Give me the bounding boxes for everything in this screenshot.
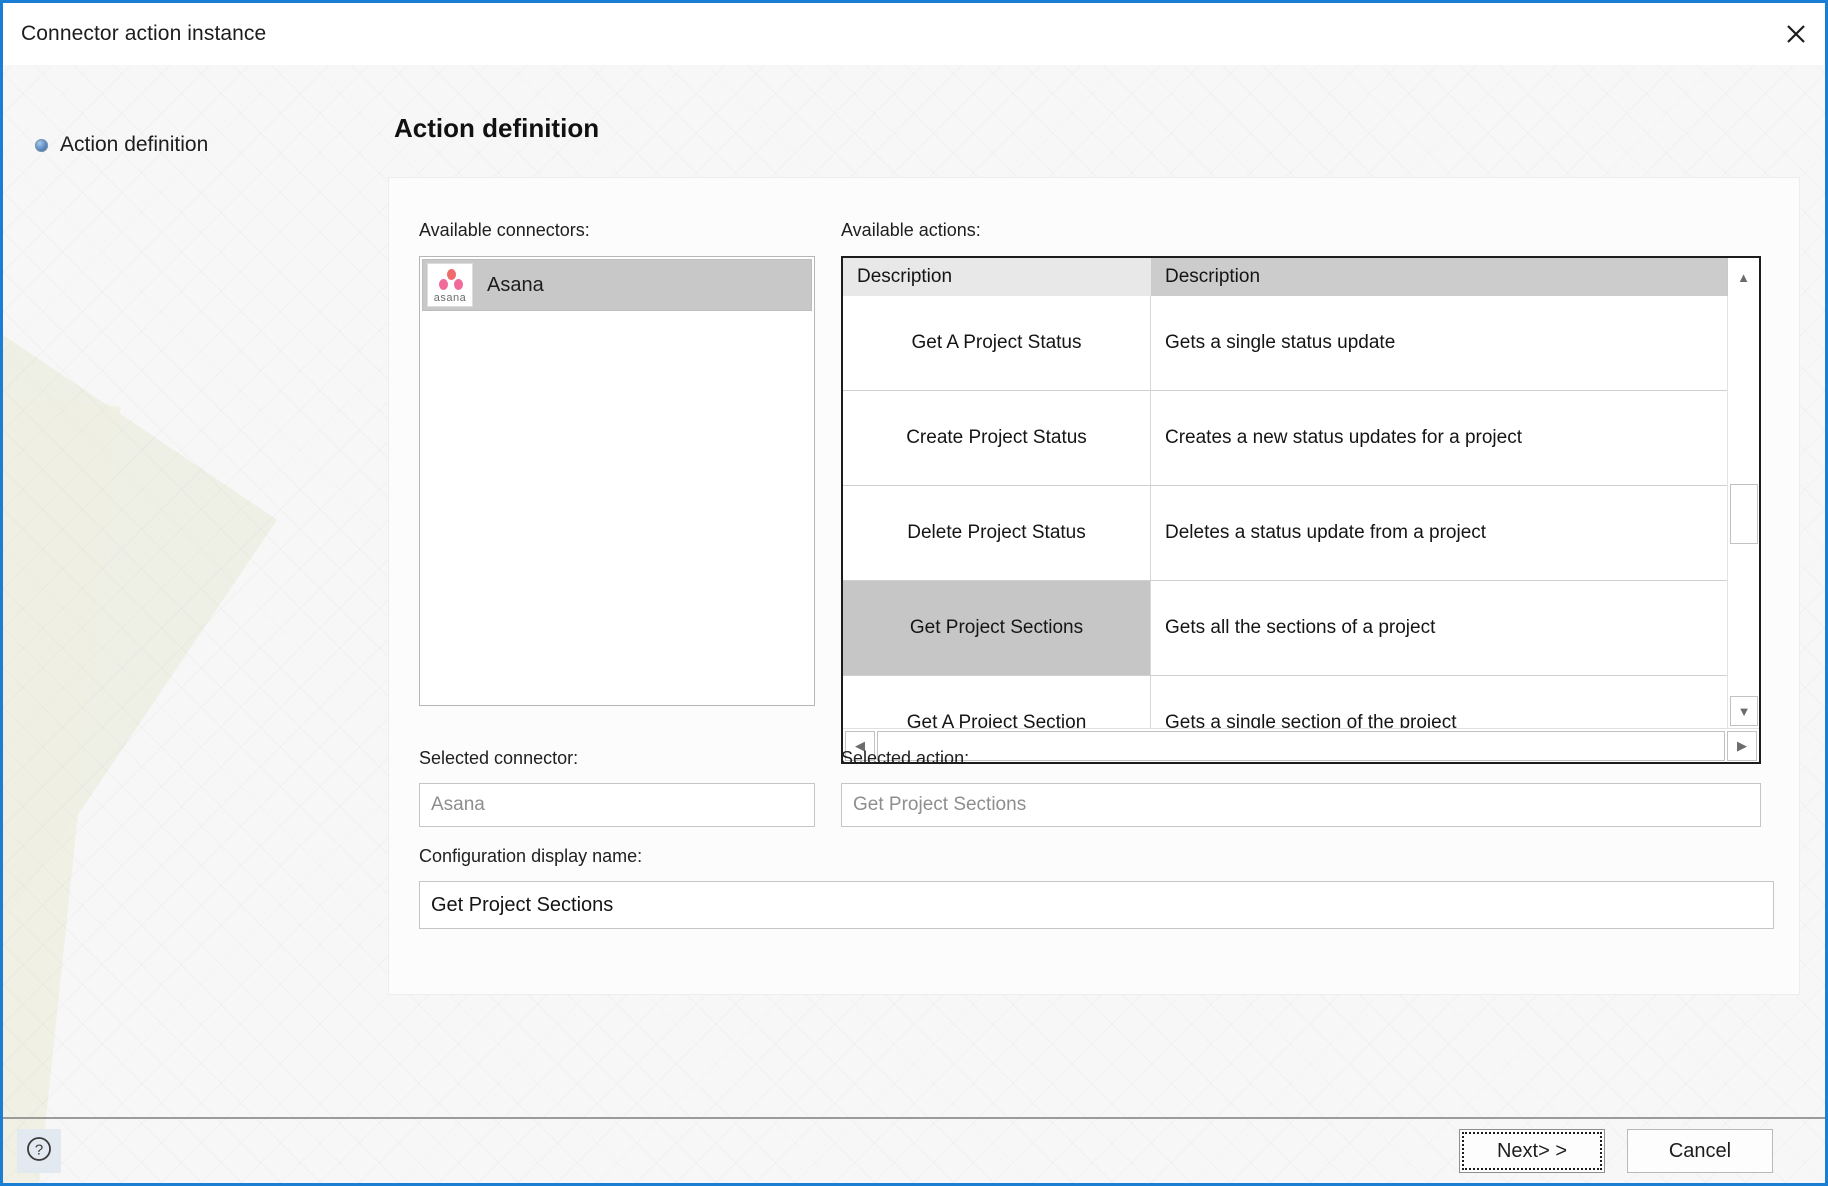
title-bar: Connector action instance [3, 3, 1825, 65]
available-connectors-group: Available connectors: asana Asana [419, 220, 815, 706]
cell-action-name: Get Project Sections [843, 581, 1151, 675]
asana-logo-icon: asana [427, 263, 473, 307]
svg-text:?: ? [35, 1141, 43, 1158]
selected-action-label: Selected action: [841, 748, 970, 768]
sidebar-item-action-definition[interactable]: Action definition [3, 133, 388, 157]
main-content: Action definition Available connectors: … [388, 65, 1825, 1117]
vertical-scrollbar-thumb[interactable] [1730, 484, 1758, 544]
blue-sphere-bullet-icon [35, 138, 48, 152]
cell-action-name: Get A Project Status [843, 296, 1151, 390]
selected-connector-field[interactable]: Asana [419, 783, 815, 827]
cancel-button[interactable]: Cancel [1627, 1129, 1773, 1173]
table-header-row: Description Description ▲ [843, 258, 1759, 296]
dialog-body: Action definition Action definition Avai… [3, 65, 1825, 1117]
cell-action-description: Gets a single section of the project [1165, 712, 1457, 728]
page-title: Action definition [394, 113, 600, 143]
table-row[interactable]: Delete Project Status Deletes a status u… [843, 486, 1727, 581]
footer-bar: ? Next> > Cancel [3, 1117, 1825, 1183]
triangle-up-icon: ▲ [1737, 269, 1750, 285]
footer-buttons: Next> > Cancel [1459, 1129, 1773, 1173]
available-connectors-list[interactable]: asana Asana [419, 256, 815, 706]
help-question-icon: ? [25, 1135, 53, 1168]
next-button[interactable]: Next> > [1459, 1129, 1605, 1173]
column-header-name[interactable]: Description [843, 258, 1151, 296]
column-header-description[interactable]: Description [1151, 258, 1727, 296]
list-item-asana[interactable]: asana Asana [422, 259, 812, 311]
cell-action-name: Create Project Status [843, 391, 1151, 485]
cell-action-description: Deletes a status update from a project [1165, 522, 1487, 543]
configuration-display-name-input[interactable]: Get Project Sections [419, 881, 1774, 929]
available-actions-group: Available actions: Description Descripti… [841, 220, 1761, 764]
close-icon [1783, 21, 1809, 47]
selected-connector-label: Selected connector: [419, 748, 579, 768]
selected-action-group: Selected action: Get Project Sections [841, 748, 1761, 827]
cell-action-description: Gets a single status update [1165, 332, 1396, 353]
scroll-down-button[interactable]: ▼ [1730, 696, 1758, 726]
scroll-up-button[interactable]: ▲ [1727, 258, 1759, 296]
table-body: Get A Project Status Gets a single statu… [843, 296, 1727, 728]
close-button[interactable] [1767, 3, 1825, 65]
table-row[interactable]: Get A Project Section Gets a single sect… [843, 676, 1727, 728]
selection-summary-row: Selected connector: Asana Selected actio… [419, 748, 1774, 827]
cell-action-description: Creates a new status updates for a proje… [1165, 427, 1522, 448]
vertical-scrollbar[interactable]: ▼ [1727, 296, 1759, 728]
cell-action-description: Gets all the sections of a project [1165, 617, 1436, 638]
sidebar-item-label: Action definition [60, 133, 209, 156]
available-connectors-label: Available connectors: [419, 220, 590, 240]
window-title: Connector action instance [21, 22, 267, 45]
selected-action-field[interactable]: Get Project Sections [841, 783, 1761, 827]
configuration-display-name-group: Configuration display name: Get Project … [419, 846, 1774, 929]
triangle-down-icon: ▼ [1737, 703, 1751, 719]
cell-action-name: Get A Project Section [843, 676, 1151, 728]
connector-name: Asana [487, 273, 544, 296]
asana-wordmark: asana [433, 292, 467, 304]
sidebar: Action definition [3, 65, 388, 1117]
connector-action-instance-dialog: Connector action instance Action definit… [0, 0, 1828, 1186]
table-row[interactable]: Create Project Status Creates a new stat… [843, 391, 1727, 486]
selected-connector-group: Selected connector: Asana [419, 748, 815, 827]
help-button[interactable]: ? [17, 1129, 61, 1173]
content-panel: Available connectors: asana Asana Availa… [388, 177, 1800, 995]
table-row-selected[interactable]: Get Project Sections Gets all the sectio… [843, 581, 1727, 676]
cell-action-name: Delete Project Status [843, 486, 1151, 580]
table-row[interactable]: Get A Project Status Gets a single statu… [843, 296, 1727, 391]
available-actions-table: Description Description ▲ Get A Project … [841, 256, 1761, 764]
configuration-display-name-label: Configuration display name: [419, 846, 643, 866]
available-actions-label: Available actions: [841, 220, 981, 240]
